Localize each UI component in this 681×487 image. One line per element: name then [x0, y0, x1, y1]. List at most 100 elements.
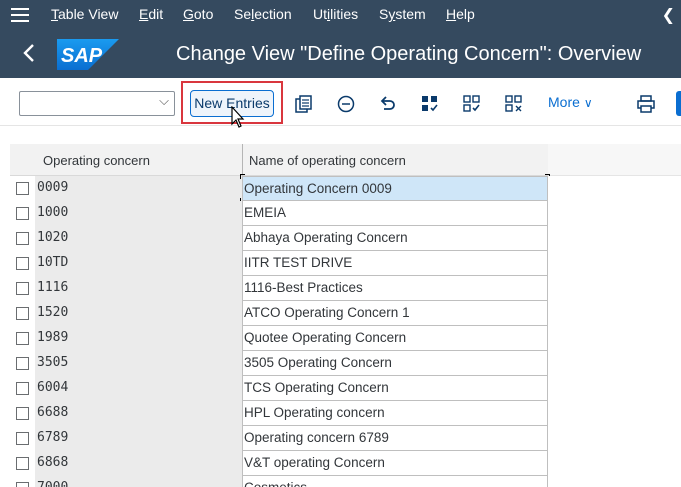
row-checkbox[interactable]	[16, 357, 29, 370]
row-filler	[548, 201, 681, 226]
operating-concern-table: Operating concern Name of operating conc…	[10, 144, 681, 487]
operating-concern-name-input[interactable]: HPL Operating concern	[242, 401, 548, 426]
table-row[interactable]: 6789 Operating concern 6789	[10, 426, 681, 451]
row-checkbox[interactable]	[16, 207, 29, 220]
chevron-down-icon: ⌵	[159, 93, 169, 108]
table-row[interactable]: 1989 Quotee Operating Concern	[10, 326, 681, 351]
row-filler	[548, 251, 681, 276]
row-filler	[548, 351, 681, 376]
row-selector[interactable]	[10, 351, 35, 376]
menu-help[interactable]: Help	[446, 6, 475, 22]
copy-as-icon[interactable]	[294, 94, 314, 114]
table-row[interactable]: 10TD IITR TEST DRIVE	[10, 251, 681, 276]
row-selector[interactable]	[10, 376, 35, 401]
undo-icon[interactable]	[378, 94, 398, 114]
select-block-icon[interactable]	[462, 94, 482, 114]
row-checkbox[interactable]	[16, 307, 29, 320]
row-checkbox[interactable]	[16, 432, 29, 445]
row-checkbox[interactable]	[16, 282, 29, 295]
row-checkbox[interactable]	[16, 457, 29, 470]
chevron-down-icon: ∨	[583, 96, 593, 110]
table-row[interactable]: 6004 TCS Operating Concern	[10, 376, 681, 401]
table-row[interactable]: 6688 HPL Operating concern	[10, 401, 681, 426]
row-selector[interactable]	[10, 301, 35, 326]
row-selector[interactable]	[10, 476, 35, 487]
row-filler	[548, 426, 681, 451]
table-row[interactable]: 1000 EMEIA	[10, 201, 681, 226]
row-checkbox[interactable]	[16, 332, 29, 345]
table-row[interactable]: 1020 Abhaya Operating Concern	[10, 226, 681, 251]
operating-concern-code-cell: 3505	[35, 351, 242, 376]
row-selector[interactable]	[10, 276, 35, 301]
table-row[interactable]: 7000Cosmetics	[10, 476, 681, 487]
toolbar: ⌵ New Entries More ∨	[0, 78, 681, 128]
row-selector[interactable]	[10, 326, 35, 351]
print-icon[interactable]	[636, 94, 656, 114]
menu-bar: Table View Edit Goto Selection Utilities…	[0, 0, 681, 30]
row-checkbox[interactable]	[16, 407, 29, 420]
operating-concern-name-input[interactable]: Operating concern 6789	[242, 426, 548, 451]
table-row[interactable]: 6868 V&T operating Concern	[10, 451, 681, 476]
select-all-icon[interactable]	[420, 94, 440, 114]
operating-concern-name-input[interactable]: Cosmetics	[242, 476, 548, 487]
row-selector[interactable]	[10, 176, 35, 201]
operating-concern-code-cell: 0009	[35, 176, 242, 201]
row-filler	[548, 326, 681, 351]
operating-concern-code-cell: 1989	[35, 326, 242, 351]
row-selector[interactable]	[10, 451, 35, 476]
overflow-button[interactable]	[676, 91, 681, 116]
table-row[interactable]: 3505 3505 Operating Concern	[10, 351, 681, 376]
menu-goto[interactable]: Goto	[183, 6, 213, 22]
more-label: More	[548, 94, 580, 110]
operating-concern-code-cell: 6688	[35, 401, 242, 426]
delete-icon[interactable]	[336, 94, 356, 114]
row-selector[interactable]	[10, 401, 35, 426]
row-checkbox[interactable]	[16, 257, 29, 270]
back-arrow-icon[interactable]	[22, 42, 36, 68]
row-selector[interactable]	[10, 201, 35, 226]
operating-concern-name-input[interactable]: 1116-Best Practices	[242, 276, 548, 301]
operating-concern-name-input[interactable]: 3505 Operating Concern	[242, 351, 548, 376]
operating-concern-name-input[interactable]: Abhaya Operating Concern	[242, 226, 548, 251]
table-body: 0009 Operating Concern 0009 1000 EMEIA 1020 A…	[10, 174, 681, 487]
table-header-filler	[548, 144, 681, 176]
table-row[interactable]: 0009 Operating Concern 0009	[10, 174, 681, 203]
menu-system[interactable]: System	[379, 6, 426, 22]
menu-edit[interactable]: Edit	[139, 6, 163, 22]
row-selector[interactable]	[10, 426, 35, 451]
hamburger-menu-icon[interactable]	[11, 8, 29, 22]
collapse-chevron-icon[interactable]: ❮	[662, 5, 675, 25]
row-selector[interactable]	[10, 226, 35, 251]
operating-concern-name-input[interactable]: IITR TEST DRIVE	[242, 251, 548, 276]
operating-concern-name-input[interactable]: ATCO Operating Concern 1	[242, 301, 548, 326]
focus-corner-marker	[240, 174, 245, 179]
row-checkbox[interactable]	[16, 382, 29, 395]
operating-concern-name-input[interactable]: Operating Concern 0009	[240, 174, 550, 203]
column-header-name[interactable]: Name of operating concern	[242, 144, 548, 176]
operating-concern-code-cell: 1020	[35, 226, 242, 251]
title-bar: SAP Change View "Define Operating Concer…	[0, 30, 681, 78]
operating-concern-name-input[interactable]: V&T operating Concern	[242, 451, 548, 476]
table-row[interactable]: 1116 1116-Best Practices	[10, 276, 681, 301]
svg-text:SAP: SAP	[61, 45, 103, 67]
deselect-all-icon[interactable]	[504, 94, 524, 114]
variant-dropdown[interactable]: ⌵	[19, 91, 175, 116]
row-checkbox[interactable]	[16, 182, 29, 195]
operating-concern-name-input[interactable]: TCS Operating Concern	[242, 376, 548, 401]
operating-concern-name-input[interactable]: Quotee Operating Concern	[242, 326, 548, 351]
column-header-operating-concern[interactable]: Operating concern	[35, 144, 242, 176]
menu-utilities[interactable]: Utilities	[313, 6, 358, 22]
operating-concern-name-input[interactable]: EMEIA	[242, 201, 548, 226]
operating-concern-code-cell: 1520	[35, 301, 242, 326]
menu-table-view[interactable]: Table View	[51, 6, 118, 22]
row-checkbox[interactable]	[16, 482, 29, 487]
row-checkbox[interactable]	[16, 232, 29, 245]
operating-concern-code-cell: 6004	[35, 376, 242, 401]
row-selector[interactable]	[10, 251, 35, 276]
row-filler	[548, 226, 681, 251]
select-column-header[interactable]	[10, 144, 35, 176]
table-row[interactable]: 1520 ATCO Operating Concern 1	[10, 301, 681, 326]
more-button[interactable]: More ∨	[548, 94, 593, 110]
menu-selection[interactable]: Selection	[234, 6, 292, 22]
row-filler	[548, 476, 681, 487]
